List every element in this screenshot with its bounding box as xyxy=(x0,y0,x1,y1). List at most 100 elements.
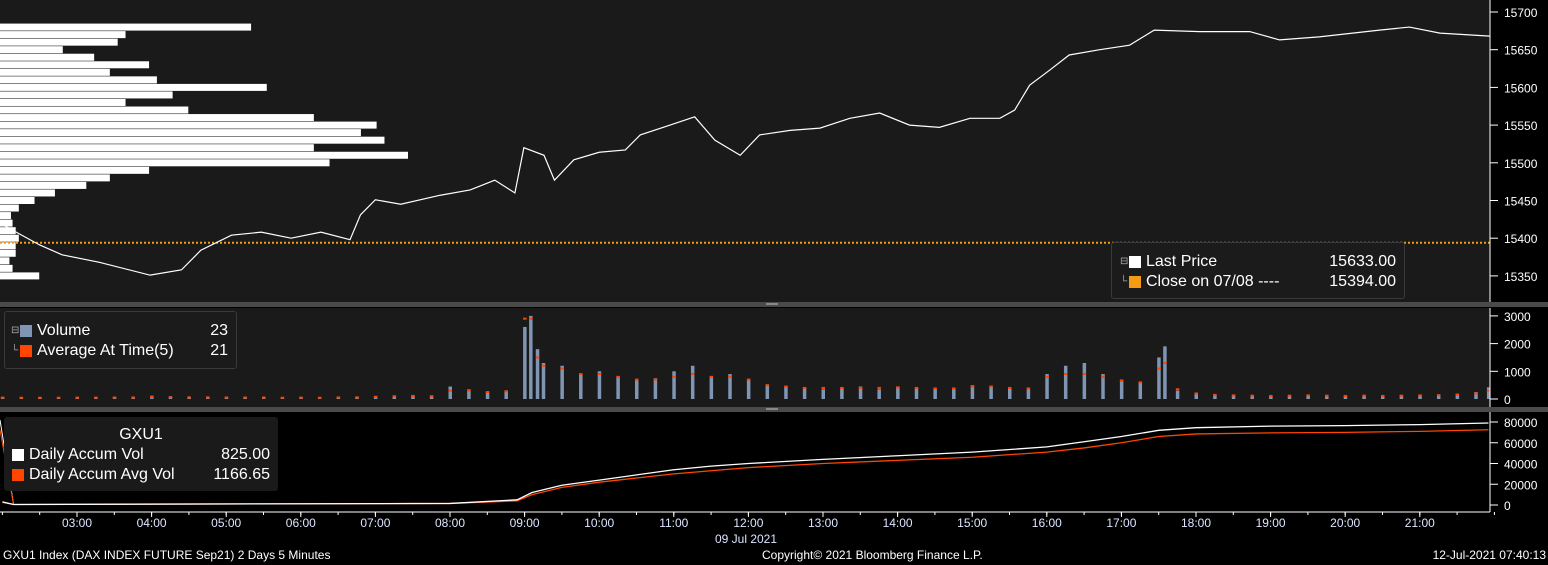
avg-at-time-mark xyxy=(411,394,415,397)
avg-at-time-mark xyxy=(1381,394,1385,397)
last-price-label: Last Price xyxy=(1146,253,1218,270)
avg-at-time-mark xyxy=(784,385,788,388)
avg-at-time-mark xyxy=(952,387,956,390)
price-legend: ⊟ Last Price 15633.00 └ Close on 07/08 ----… xyxy=(1111,242,1405,299)
time-axis-label: 10:00 xyxy=(584,516,614,530)
price-axis-label: 15600 xyxy=(1504,81,1538,95)
avg-at-time-mark xyxy=(373,395,378,398)
time-axis-label: 04:00 xyxy=(137,516,167,530)
avg-at-time-mark xyxy=(653,378,658,381)
price-axis-label: 15350 xyxy=(1504,270,1538,284)
divider-handle-2[interactable] xyxy=(766,408,778,410)
volume-bar xyxy=(541,362,546,399)
avg-at-time-mark xyxy=(1325,394,1329,397)
avg-at-time-mark xyxy=(1175,388,1180,391)
avg-at-time-mark xyxy=(1101,375,1105,378)
avg-at-time-mark xyxy=(112,396,117,399)
footer-timestamp: 12-Jul-2021 07:40:13 xyxy=(1432,548,1546,562)
avg-at-time-mark xyxy=(914,386,919,389)
volume-bar xyxy=(1063,365,1068,399)
avg-at-time-mark xyxy=(840,386,844,389)
avg-at-time-mark xyxy=(56,396,61,399)
profile-bar xyxy=(0,219,13,227)
profile-bar xyxy=(0,76,157,84)
date-label: 09 Jul 2021 xyxy=(715,532,777,546)
volume-bar xyxy=(635,379,639,399)
avg-at-time-mark xyxy=(38,396,42,399)
avg-at-time-mark xyxy=(1250,394,1254,397)
avg-at-time-mark xyxy=(19,396,24,399)
avg-at-time-mark xyxy=(1455,393,1460,396)
avg-at-time-mark xyxy=(1082,373,1087,376)
avg-at-time-mark xyxy=(1119,379,1124,382)
avg-at-time-mark xyxy=(1362,394,1366,397)
profile-bar xyxy=(0,257,10,265)
avg-at-time-mark xyxy=(187,396,191,399)
volume-bar xyxy=(709,376,714,399)
volume-bar xyxy=(579,374,583,399)
avg-at-time-mark xyxy=(523,317,527,320)
avg-at-time-mark xyxy=(150,396,154,399)
close-label: Close on 07/08 ---- xyxy=(1146,273,1280,290)
avg-at-time-mark xyxy=(1343,394,1348,397)
close-value: 15394.00 xyxy=(1329,273,1396,290)
accum-axis-label: 60000 xyxy=(1504,437,1538,451)
avg-at-time-mark xyxy=(989,385,993,388)
profile-bar xyxy=(0,249,16,257)
avg-at-time-mark xyxy=(467,389,471,392)
time-axis-label: 06:00 xyxy=(286,516,316,530)
avg-at-time-mark xyxy=(75,396,79,399)
avg-at-time-mark xyxy=(802,386,807,389)
avg-at-time-mark xyxy=(355,396,359,399)
avg-label: Average At Time(5) xyxy=(37,342,174,359)
avg-at-time-mark xyxy=(541,364,546,367)
avg-at-time-mark xyxy=(1306,394,1310,397)
avg-at-time-mark xyxy=(1194,392,1198,395)
avg-at-time-mark xyxy=(1138,381,1143,384)
volume-bar xyxy=(1082,362,1087,399)
avg-at-time-mark xyxy=(280,396,285,399)
avg-at-time-mark xyxy=(765,384,770,387)
accum-legend: GXU1 Daily Accum Vol 825.00 Daily Accum A… xyxy=(4,417,278,491)
accum-swatch xyxy=(12,449,24,461)
avg-at-time-mark xyxy=(560,367,564,370)
accum-legend-title: GXU1 xyxy=(119,426,163,443)
profile-bar xyxy=(0,189,55,197)
avg-at-time-mark xyxy=(1063,373,1068,376)
time-axis-label: 19:00 xyxy=(1256,516,1286,530)
time-axis-label: 07:00 xyxy=(360,516,390,530)
time-axis-label: 18:00 xyxy=(1181,516,1211,530)
price-axis-label: 15700 xyxy=(1504,6,1538,20)
profile-bar xyxy=(0,31,126,39)
volume-bar xyxy=(690,365,695,399)
profile-bar xyxy=(0,151,408,159)
time-axis-label: 05:00 xyxy=(211,516,241,530)
profile-bar xyxy=(0,234,19,242)
time-axis-label: 03:00 xyxy=(62,516,92,530)
avg-at-time-mark xyxy=(877,386,881,389)
avg-at-time-mark xyxy=(858,386,863,389)
avg-at-time-mark xyxy=(206,396,210,399)
accum-avg-value: 1166.65 xyxy=(213,466,270,483)
avg-at-time-mark xyxy=(672,375,676,378)
accum-value: 825.00 xyxy=(221,446,270,463)
last-price-value: 15633.00 xyxy=(1329,253,1396,270)
divider-handle-1[interactable] xyxy=(766,303,778,305)
volume-bar xyxy=(616,376,620,399)
volume-bar xyxy=(485,392,490,399)
volume-bar xyxy=(448,386,452,399)
volume-bar xyxy=(1163,346,1167,399)
volume-axis-label: 0 xyxy=(1504,393,1511,407)
avg-at-time-mark xyxy=(94,396,98,399)
volume-value: 23 xyxy=(210,322,228,339)
collapse-icon[interactable]: ⊟ xyxy=(1120,252,1129,272)
avg-at-time-mark xyxy=(336,396,341,399)
volume-label: Volume xyxy=(37,322,91,339)
volume-bar xyxy=(784,386,788,399)
time-axis-label: 14:00 xyxy=(883,516,913,530)
collapse-icon[interactable]: ⊟ xyxy=(11,321,20,341)
avg-at-time-mark xyxy=(616,375,620,378)
avg-at-time-mark xyxy=(535,356,540,359)
avg-at-time-mark xyxy=(1399,394,1404,397)
volume-bar xyxy=(672,371,676,399)
